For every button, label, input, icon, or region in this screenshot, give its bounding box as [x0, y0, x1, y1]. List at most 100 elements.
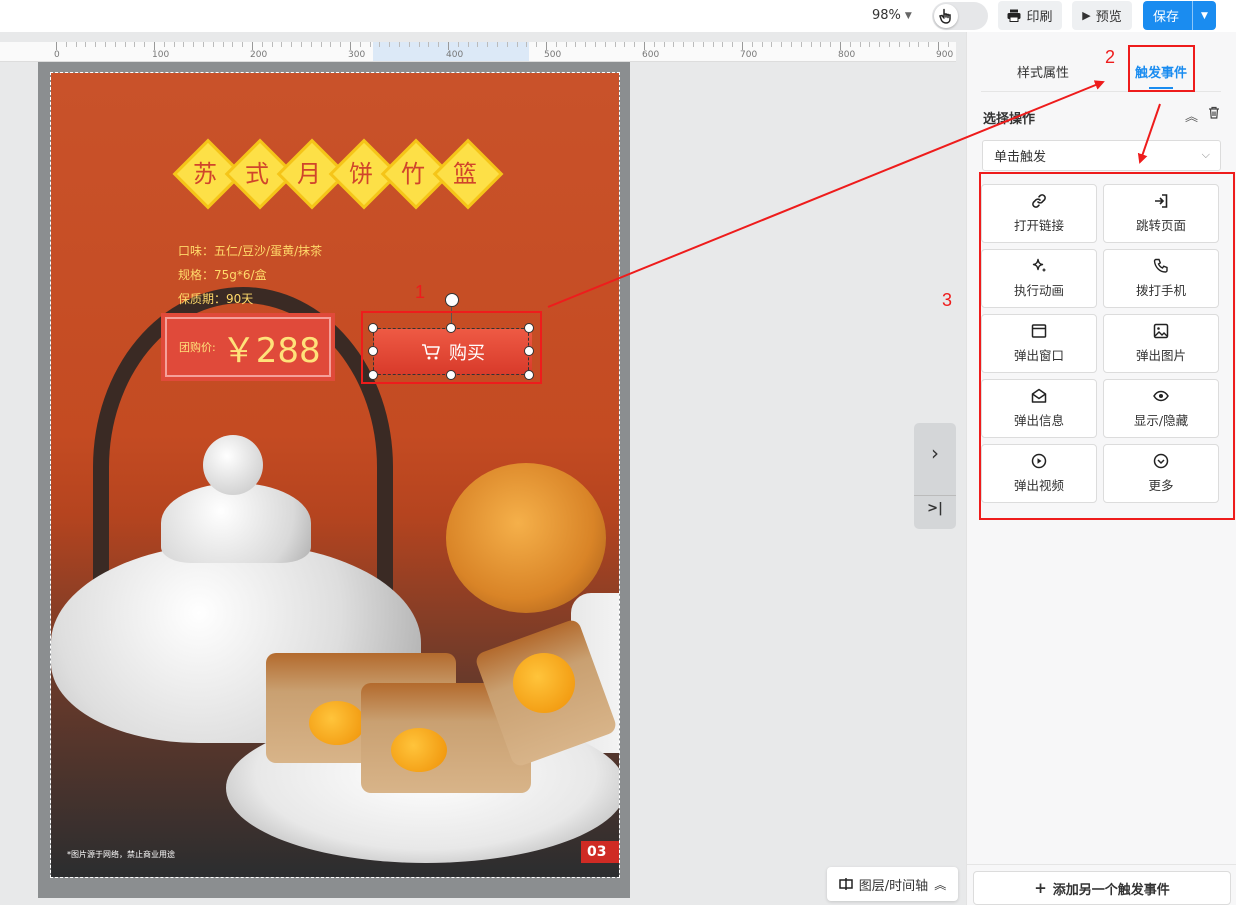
ruler-minor-tick [232, 42, 234, 47]
ruler-tick [742, 42, 743, 50]
price-badge[interactable]: 团购价: ￥288 [161, 313, 335, 381]
annotation-box-2 [1128, 45, 1195, 92]
preview-button[interactable]: ▶ 预览 [1072, 1, 1132, 30]
ruler-tick [154, 42, 155, 50]
print-label: 印刷 [1026, 10, 1053, 25]
price-value: ￥288 [221, 330, 321, 371]
mooncake-ball [446, 463, 606, 613]
touch-mode-toggle[interactable] [932, 2, 988, 30]
action-popup-message[interactable]: 弹出信息 [981, 379, 1097, 438]
save-options-chevron-icon[interactable]: ▼ [1192, 1, 1216, 30]
collapse-up-icon[interactable]: ︽ [1185, 106, 1198, 125]
ruler-minor-tick [869, 42, 871, 47]
action-label: 弹出窗口 [1013, 348, 1064, 363]
action-label: 弹出图片 [1135, 348, 1186, 363]
add-trigger-label: 添加另一个触发事件 [1052, 882, 1170, 898]
ruler-minor-tick [212, 42, 214, 47]
ruler-minor-tick [653, 42, 655, 47]
window-icon [1031, 323, 1047, 342]
ruler-minor-tick [683, 42, 685, 47]
panel-tabs: 样式属性 触发事件 [967, 32, 1236, 92]
collapse-to-end-icon[interactable]: >| [914, 501, 956, 516]
ruler-minor-tick [506, 42, 508, 47]
spec-text: 规格：75g*6/盒 [178, 268, 267, 282]
save-label: 保存 [1153, 10, 1180, 25]
ruler-minor-tick [497, 42, 498, 47]
trash-icon[interactable] [1208, 106, 1220, 125]
ruler-minor-tick [114, 42, 116, 47]
chevron-circle-icon [1153, 453, 1169, 472]
save-button[interactable]: 保存 ▼ [1143, 1, 1216, 30]
ruler-minor-tick [516, 42, 518, 47]
zoom-value: 98% [872, 8, 901, 23]
action-open-link[interactable]: 打开链接 [981, 184, 1097, 243]
ruler-minor-tick [908, 42, 910, 47]
product-info[interactable]: 口味：五仁/豆沙/蛋黄/抹茶 规格：75g*6/盒 保质期：90天 [178, 239, 322, 311]
ruler-minor-tick [702, 42, 704, 47]
action-popup-image[interactable]: 弹出图片 [1103, 314, 1219, 373]
zoom-dropdown[interactable]: 98% ▼ [872, 8, 912, 23]
action-label: 跳转页面 [1135, 218, 1186, 233]
ruler-minor-tick [565, 42, 567, 47]
ruler-minor-tick [918, 42, 920, 47]
ruler-minor-tick [389, 42, 391, 47]
title-diamond: 篮 [433, 139, 497, 203]
ruler-tick [448, 42, 449, 50]
ruler-minor-tick [585, 42, 587, 47]
price-label: 团购价: [179, 341, 216, 354]
trigger-type-value: 单击触发 [994, 150, 1047, 165]
action-jump-page[interactable]: 跳转页面 [1103, 184, 1219, 243]
ruler-minor-tick [310, 42, 312, 47]
action-run-animation[interactable]: 执行动画 [981, 249, 1097, 308]
add-trigger-button[interactable]: + 添加另一个触发事件 [973, 871, 1231, 905]
ruler-minor-tick [408, 42, 410, 47]
ruler-label: 300 [348, 50, 366, 60]
ruler-minor-tick [712, 42, 714, 47]
ruler-label: 500 [544, 50, 562, 60]
ruler-minor-tick [604, 42, 606, 47]
ruler-label: 900 [936, 50, 954, 60]
editor-canvas[interactable]: 苏 式 月 饼 竹 篮 口味：五仁/豆沙/蛋黄/抹茶 规格：75g*6/盒 保质… [38, 62, 630, 898]
action-label: 显示/隐藏 [1133, 413, 1189, 428]
rotate-handle[interactable] [445, 293, 459, 307]
ruler-minor-tick [555, 42, 557, 47]
phone-icon [1153, 258, 1169, 277]
ruler-tick [644, 42, 645, 50]
action-more[interactable]: 更多 [1103, 444, 1219, 503]
annotation-number-1: 1 [415, 282, 426, 302]
action-popup-video[interactable]: 弹出视频 [981, 444, 1097, 503]
trigger-type-select[interactable]: 单击触发 ⌵ [982, 140, 1221, 171]
horizontal-ruler: 0 100 200 300 400 500 600 700 800 900 [0, 42, 956, 62]
teapot-lid [161, 483, 311, 563]
action-popup-window[interactable]: 弹出窗口 [981, 314, 1097, 373]
tab-style-properties[interactable]: 样式属性 [1017, 62, 1069, 81]
ruler-minor-tick [928, 42, 930, 47]
ruler-minor-tick [898, 42, 900, 47]
chevron-right-icon[interactable]: › [914, 441, 956, 465]
action-label: 弹出信息 [1013, 413, 1064, 428]
ruler-minor-tick [75, 42, 77, 47]
ruler-minor-tick [879, 42, 881, 47]
ruler-tick [938, 42, 939, 50]
poster-page[interactable]: 苏 式 月 饼 竹 篮 口味：五仁/豆沙/蛋黄/抹茶 规格：75g*6/盒 保质… [50, 72, 620, 878]
action-label: 更多 [1148, 478, 1174, 493]
action-call-phone[interactable]: 拨打手机 [1103, 249, 1219, 308]
ruler-minor-tick [163, 42, 165, 47]
ruler-minor-tick [65, 42, 67, 47]
print-button[interactable]: 印刷 [998, 1, 1062, 30]
layers-timeline-button[interactable]: 图层/时间轴 ︽ [827, 867, 958, 901]
divider [967, 864, 1236, 865]
ruler-minor-tick [820, 42, 822, 47]
page-number: 03 [581, 841, 619, 863]
ruler-tick [840, 42, 841, 50]
ruler-minor-tick [320, 42, 322, 47]
hand-pointer-icon [934, 4, 958, 28]
action-label: 弹出视频 [1013, 478, 1064, 493]
action-show-hide[interactable]: 显示/隐藏 [1103, 379, 1219, 438]
image-disclaimer: *图片源于网络，禁止商业用途 [67, 850, 175, 859]
preview-label: 预览 [1095, 10, 1122, 25]
poster-title[interactable]: 苏 式 月 饼 竹 篮 [173, 139, 485, 203]
ruler-minor-tick [947, 42, 949, 47]
ruler-minor-tick [438, 42, 440, 47]
eye-icon [1153, 388, 1169, 407]
